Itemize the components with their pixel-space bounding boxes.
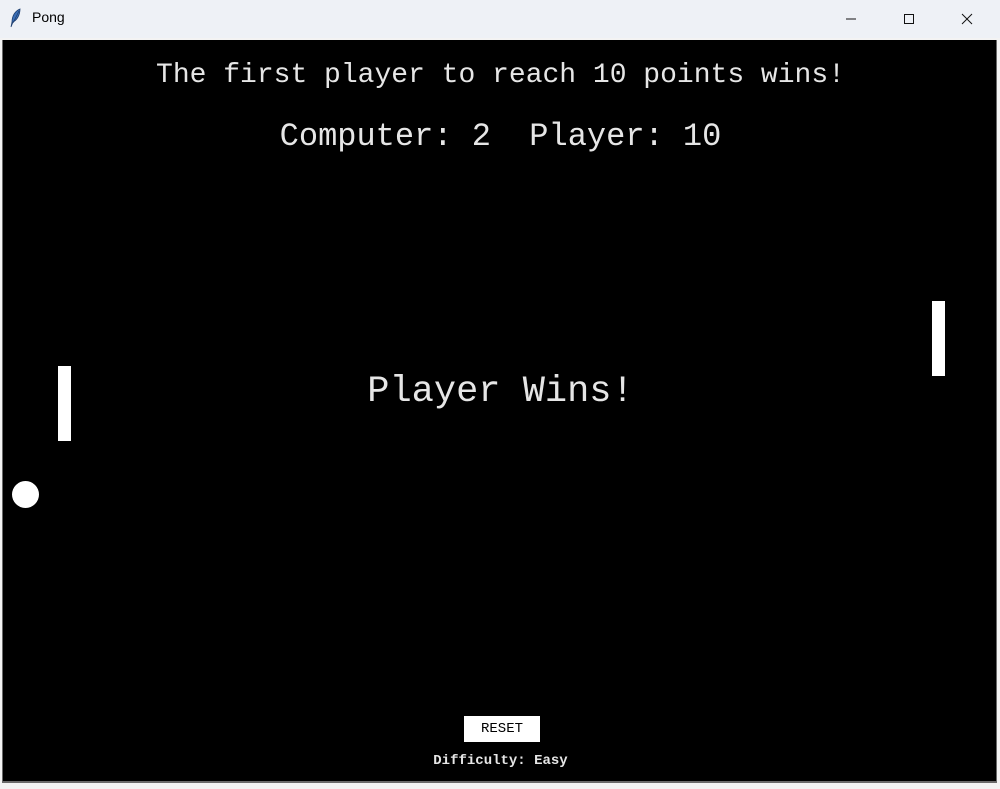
- ball: [12, 481, 39, 508]
- window-title: Pong: [32, 9, 65, 25]
- feather-icon: [9, 8, 23, 28]
- minimize-button[interactable]: [822, 0, 880, 38]
- instructions-text: The first player to reach 10 points wins…: [156, 60, 845, 91]
- title-bar[interactable]: Pong: [0, 0, 1000, 38]
- maximize-icon: [903, 13, 915, 25]
- computer-score-value: 2: [471, 118, 491, 155]
- close-icon: [961, 13, 973, 25]
- player-score-label: Player:: [529, 118, 664, 155]
- computer-score-label: Computer:: [279, 118, 453, 155]
- player-score-value: 10: [682, 118, 722, 155]
- minimize-icon: [845, 13, 857, 25]
- maximize-button[interactable]: [880, 0, 938, 38]
- player-paddle: [932, 301, 945, 376]
- game-canvas[interactable]: The first player to reach 10 points wins…: [2, 40, 997, 783]
- reset-button[interactable]: RESET: [464, 716, 540, 742]
- difficulty-label: Difficulty: Easy: [433, 753, 568, 769]
- winner-message: Player Wins!: [367, 371, 634, 413]
- close-button[interactable]: [938, 0, 996, 38]
- pong-window: Pong The first player to reach 10 points…: [0, 0, 1000, 789]
- scoreboard: Computer: 2 Player: 10: [3, 118, 998, 155]
